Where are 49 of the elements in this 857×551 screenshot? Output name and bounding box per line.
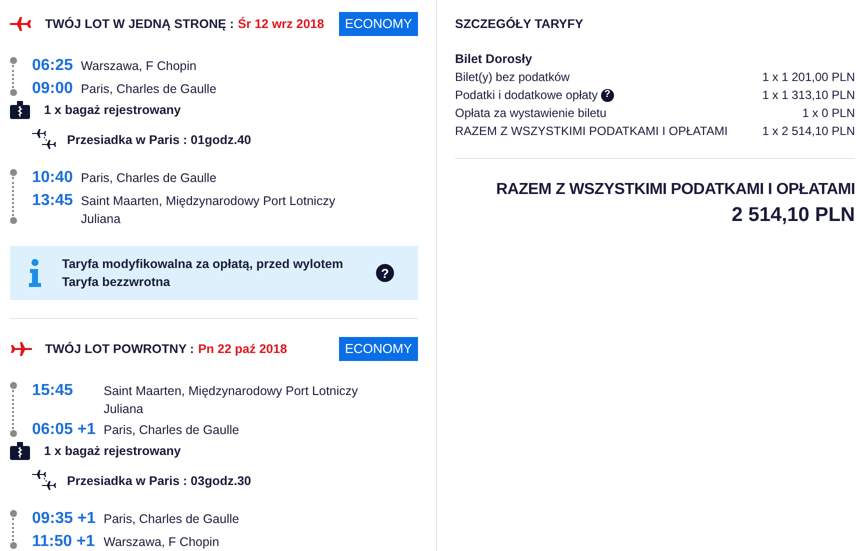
airport-name: Saint Maarten, Międzynarodowy Port Lotniczy Juliana — [104, 383, 359, 418]
flight-time: 10:40 — [32, 168, 73, 188]
airport-name: Warszawa, F Chopin — [104, 534, 220, 551]
baggage-text: 1 x bagaż rejestrowany — [44, 444, 181, 458]
fare-details-heading: SZCZEGÓŁY TARYFY — [455, 16, 584, 33]
fare-condition: Taryfa modyfikowalna za opłatą, przed wylotem — [62, 256, 344, 273]
cabin-badge: ECONOMY — [338, 12, 418, 36]
suitcase-icon — [10, 101, 30, 119]
flight-date: Śr 12 wrz 2018 — [238, 17, 324, 31]
fare-amount: 1 x 1 313,10 PLN — [762, 87, 855, 104]
fare-condition: Taryfa bezzwrotna — [62, 274, 172, 291]
baggage-text: 1 x bagaż rejestrowany — [44, 103, 181, 117]
airplane-icon — [10, 342, 32, 356]
connecting-planes-icon — [32, 128, 58, 152]
flight-date: Pn 22 paź 2018 — [198, 342, 288, 356]
flight-time: 13:45 — [32, 191, 73, 211]
flight-time: 09:00 — [32, 79, 73, 99]
connection-text: Przesiadka w Paris : 01godz.40 — [67, 133, 252, 147]
flight-time: 06:25 — [32, 56, 73, 76]
flight-time: 15:45 — [32, 381, 74, 401]
airport-name: Paris, Charles de Gaulle — [80, 170, 218, 187]
fare-label: Podatki i dodatkowe opłaty — [455, 87, 598, 104]
fare-amount: 1 x 1 201,00 PLN — [762, 69, 855, 86]
airport-name: Paris, Charles de Gaulle — [80, 81, 218, 98]
airport-name: Saint Maarten, Międzynarodowy Port Lotniczy Juliana — [80, 193, 336, 228]
suitcase-icon — [10, 442, 30, 460]
flight-time: 06:05 +1 — [32, 420, 96, 440]
total-price: 2 514,10 PLN — [730, 203, 855, 228]
airport-name: Paris, Charles de Gaulle — [104, 511, 240, 528]
cabin-badge: ECONOMY — [338, 337, 418, 361]
flight-title: TWÓJ LOT W JEDNĄ STRONĘ : — [45, 17, 234, 31]
help-icon[interactable]: ? — [376, 264, 394, 282]
airport-name: Paris, Charles de Gaulle — [104, 422, 240, 439]
airplane-icon — [10, 17, 32, 31]
flight-time: 11:50 +1 — [32, 532, 96, 551]
fare-label: Opłata za wystawienie biletu — [455, 105, 606, 122]
airport-name: Warszawa, F Chopin — [80, 58, 198, 75]
info-icon — [28, 259, 42, 287]
connecting-planes-icon — [32, 469, 58, 493]
flight-title: TWÓJ LOT POWROTNY : — [45, 342, 194, 356]
total-label: RAZEM Z WSZYSTKIMI PODATKAMI I OPŁATAMI — [495, 180, 855, 200]
fare-amount: 1 x 2 514,10 PLN — [762, 123, 855, 140]
flight-time: 09:35 +1 — [32, 509, 96, 529]
fare-label: Bilet(y) bez podatków — [455, 69, 570, 86]
fare-label: RAZEM Z WSZYSTKIMI PODATKAMI I OPŁATAMI — [455, 123, 728, 140]
help-icon[interactable]: ? — [600, 88, 614, 102]
passenger-type: Bilet Dorosły — [455, 51, 534, 68]
connection-text: Przesiadka w Paris : 03godz.30 — [67, 474, 252, 488]
fare-amount: 1 x 0 PLN — [802, 105, 855, 122]
